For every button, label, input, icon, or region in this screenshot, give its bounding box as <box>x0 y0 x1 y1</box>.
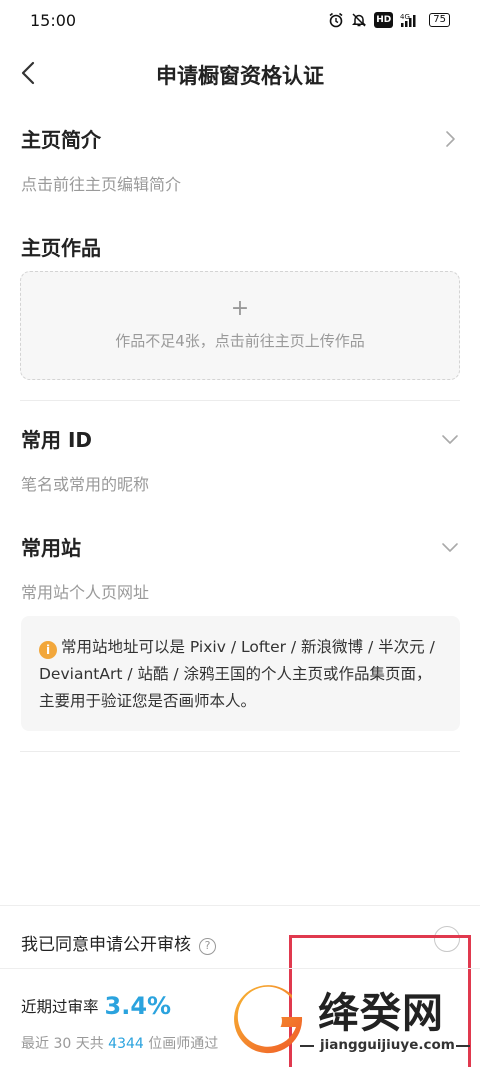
approval-rate-value: 3.4% <box>104 992 172 1020</box>
status-bar: 15:00 HD 4G 75 <box>0 0 480 42</box>
alarm-icon <box>328 12 344 28</box>
watermark-title: 绛癸网 <box>318 989 444 1037</box>
nav-bar: 申请橱窗资格认证 <box>0 46 480 100</box>
upload-works-button[interactable]: + 作品不足4张，点击前往主页上传作品 <box>20 271 460 380</box>
common-id-title: 常用 ID <box>21 428 93 452</box>
common-site-row[interactable]: 常用站 常用站个人页网址 <box>21 532 461 603</box>
status-icons: HD 4G 75 <box>328 12 450 28</box>
help-circle-icon[interactable]: ? <box>199 938 216 955</box>
homepage-intro-subtitle: 点击前往主页编辑简介 <box>21 175 182 194</box>
divider <box>20 400 460 401</box>
mute-bell-icon <box>351 12 367 28</box>
approval-rate: 近期过审率 3.4% <box>21 992 171 1020</box>
svg-text:4G: 4G <box>400 13 410 21</box>
divider <box>20 751 460 752</box>
chevron-down-icon[interactable] <box>439 536 461 558</box>
homepage-works-section: 主页作品 <box>21 232 461 261</box>
chevron-down-icon[interactable] <box>439 428 461 450</box>
hd-badge: HD <box>374 12 394 28</box>
watermark-line <box>456 1045 470 1047</box>
site-info-box: i 常用站地址可以是 Pixiv / Lofter / 新浪微博 / 半次元 / … <box>21 616 460 731</box>
watermark: 绛癸网 jiangguijiuye.com <box>232 977 478 1067</box>
common-site-input[interactable]: 常用站个人页网址 <box>21 579 461 603</box>
chevron-right-icon <box>439 128 461 150</box>
agreement-row[interactable]: 我已同意申请公开审核? <box>21 930 216 955</box>
approval-rate-label: 近期过审率 <box>21 998 99 1016</box>
battery-level: 75 <box>429 13 450 27</box>
common-site-title: 常用站 <box>21 536 81 560</box>
plus-icon: + <box>230 296 250 321</box>
agreement-label: 我已同意申请公开审核 <box>21 935 191 955</box>
watermark-line <box>300 1045 314 1047</box>
homepage-intro-title: 主页简介 <box>21 128 101 152</box>
stat-prefix: 最近 30 天共 <box>21 1036 104 1052</box>
upload-hint: 作品不足4张，点击前往主页上传作品 <box>115 332 365 350</box>
homepage-intro-row[interactable]: 主页简介 点击前往主页编辑简介 <box>21 124 461 195</box>
homepage-works-title: 主页作品 <box>21 236 101 260</box>
watermark-url: jiangguijiuye.com <box>320 1037 455 1053</box>
signal-icon: 4G <box>400 12 422 28</box>
common-id-row[interactable]: 常用 ID 笔名或常用的昵称 <box>21 424 461 495</box>
divider <box>0 968 480 969</box>
common-id-input[interactable]: 笔名或常用的昵称 <box>21 471 461 495</box>
info-icon: i <box>39 641 57 659</box>
status-time: 15:00 <box>30 11 77 30</box>
approval-stat: 最近 30 天共 4344 位画师通过 <box>21 1033 218 1053</box>
page-title: 申请橱窗资格认证 <box>156 64 324 88</box>
watermark-logo-icon <box>234 985 303 1054</box>
stat-count: 4344 <box>108 1036 144 1052</box>
site-info-text: 常用站地址可以是 Pixiv / Lofter / 新浪微博 / 半次元 / D… <box>39 638 435 710</box>
stat-suffix: 位画师通过 <box>148 1036 219 1052</box>
